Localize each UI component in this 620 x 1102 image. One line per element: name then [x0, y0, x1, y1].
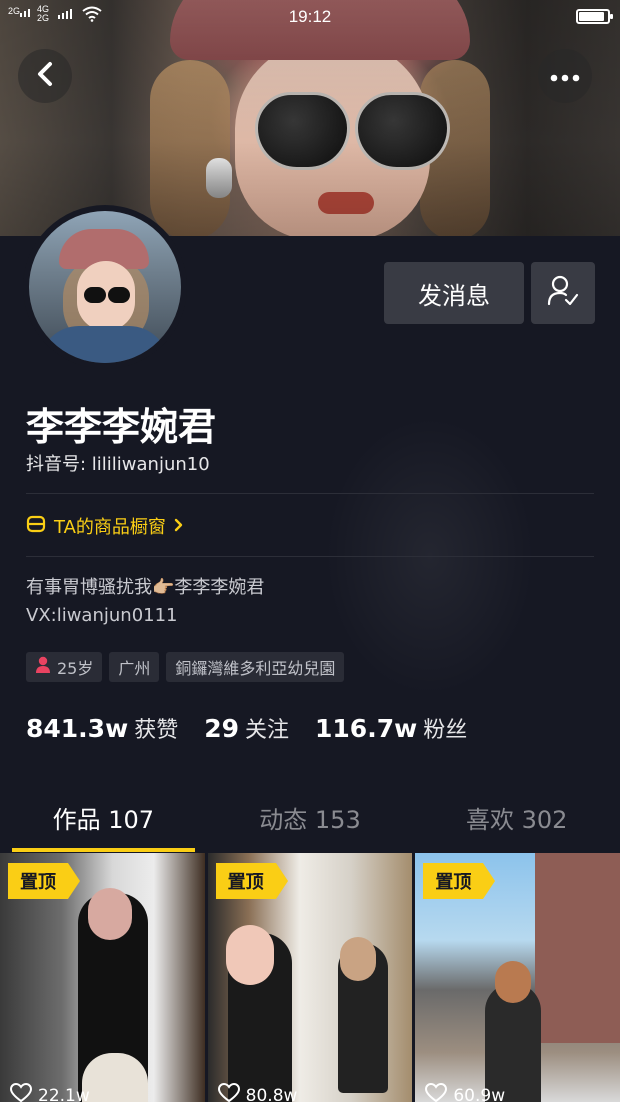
age-label: 25岁 — [57, 659, 94, 678]
like-count: 80.8w — [217, 1082, 298, 1102]
tab-works[interactable]: 作品 107 — [0, 790, 207, 852]
douyin-id-value: lililiwanjun10 — [91, 454, 210, 475]
tab-moments[interactable]: 动态 153 — [207, 790, 414, 852]
clock: 19:12 — [288, 7, 332, 26]
status-bar: 2G 4G 2G 19:12 — [0, 0, 620, 34]
shop-icon — [26, 514, 46, 539]
send-message-button[interactable]: 发消息 — [384, 262, 524, 324]
like-count-value: 60.9w — [453, 1085, 506, 1102]
pinned-badge: 置顶 — [215, 863, 288, 899]
pinned-badge: 置顶 — [423, 863, 496, 899]
heart-icon — [217, 1082, 240, 1102]
profile-stats: 841.3w 获赞 29 关注 116.7w 粉丝 — [26, 712, 493, 744]
video-thumbnail[interactable]: 置顶 22.1w — [0, 853, 205, 1102]
female-icon — [35, 656, 51, 678]
more-horizontal-icon — [550, 67, 580, 86]
heart-icon — [9, 1082, 33, 1102]
battery-icon — [576, 9, 613, 24]
cover-image — [0, 0, 620, 236]
divider — [26, 493, 594, 494]
douyin-id-label: 抖音号: — [26, 454, 92, 475]
bio-line: VX:liwanjun0111 — [26, 605, 178, 626]
following-label: 关注 — [245, 718, 290, 743]
video-grid: 置顶 22.1w 置顶 80.8w 置顶 60.9w — [0, 853, 620, 1102]
shop-window-link[interactable]: TA的商品橱窗 — [26, 512, 184, 540]
followers-count: 116.7w — [315, 714, 418, 743]
school-tag: 銅鑼灣維多利亞幼兒園 — [166, 652, 345, 682]
like-count-value: 22.1w — [38, 1085, 90, 1102]
following-stat[interactable]: 29 关注 — [204, 712, 289, 744]
pinned-badge: 置顶 — [8, 863, 80, 899]
followers-label: 粉丝 — [423, 718, 468, 743]
video-thumbnail[interactable]: 置顶 60.9w — [415, 853, 620, 1102]
like-count-value: 80.8w — [245, 1085, 298, 1102]
douyin-id: 抖音号: lililiwanjun10 — [26, 450, 210, 476]
more-button[interactable] — [538, 49, 592, 103]
bio: 有事胃博骚扰我👉🏼李李李婉君 VX:liwanjun0111 — [26, 574, 264, 630]
likes-stat: 841.3w 获赞 — [26, 712, 178, 744]
following-count: 29 — [204, 714, 239, 743]
user-check-icon — [546, 274, 580, 312]
content-tabs: 作品 107 动态 153 喜欢 302 — [0, 790, 620, 852]
back-button[interactable] — [18, 49, 72, 103]
profile-name: 李李李婉君 — [26, 405, 217, 449]
likes-count: 841.3w — [26, 714, 129, 743]
follow-button[interactable] — [531, 262, 595, 324]
followers-stat[interactable]: 116.7w 粉丝 — [315, 712, 467, 744]
shop-window-label: TA的商品橱窗 — [54, 517, 166, 538]
divider — [26, 556, 594, 557]
heart-icon — [425, 1082, 448, 1102]
avatar[interactable] — [29, 211, 181, 363]
city-tag: 广州 — [109, 652, 160, 682]
video-thumbnail[interactable]: 置顶 80.8w — [207, 853, 413, 1102]
like-count: 60.9w — [425, 1082, 506, 1102]
bio-line: 有事胃博骚扰我👉🏼李李李婉君 — [26, 577, 265, 598]
tab-likes[interactable]: 喜欢 302 — [413, 790, 620, 852]
profile-tags: 25岁 广州 銅鑼灣維多利亞幼兒園 — [26, 652, 345, 682]
like-count: 22.1w — [9, 1082, 90, 1102]
chevron-left-icon — [34, 61, 56, 91]
likes-label: 获赞 — [134, 718, 179, 743]
age-tag: 25岁 — [26, 652, 103, 682]
chevron-right-icon — [174, 516, 184, 537]
